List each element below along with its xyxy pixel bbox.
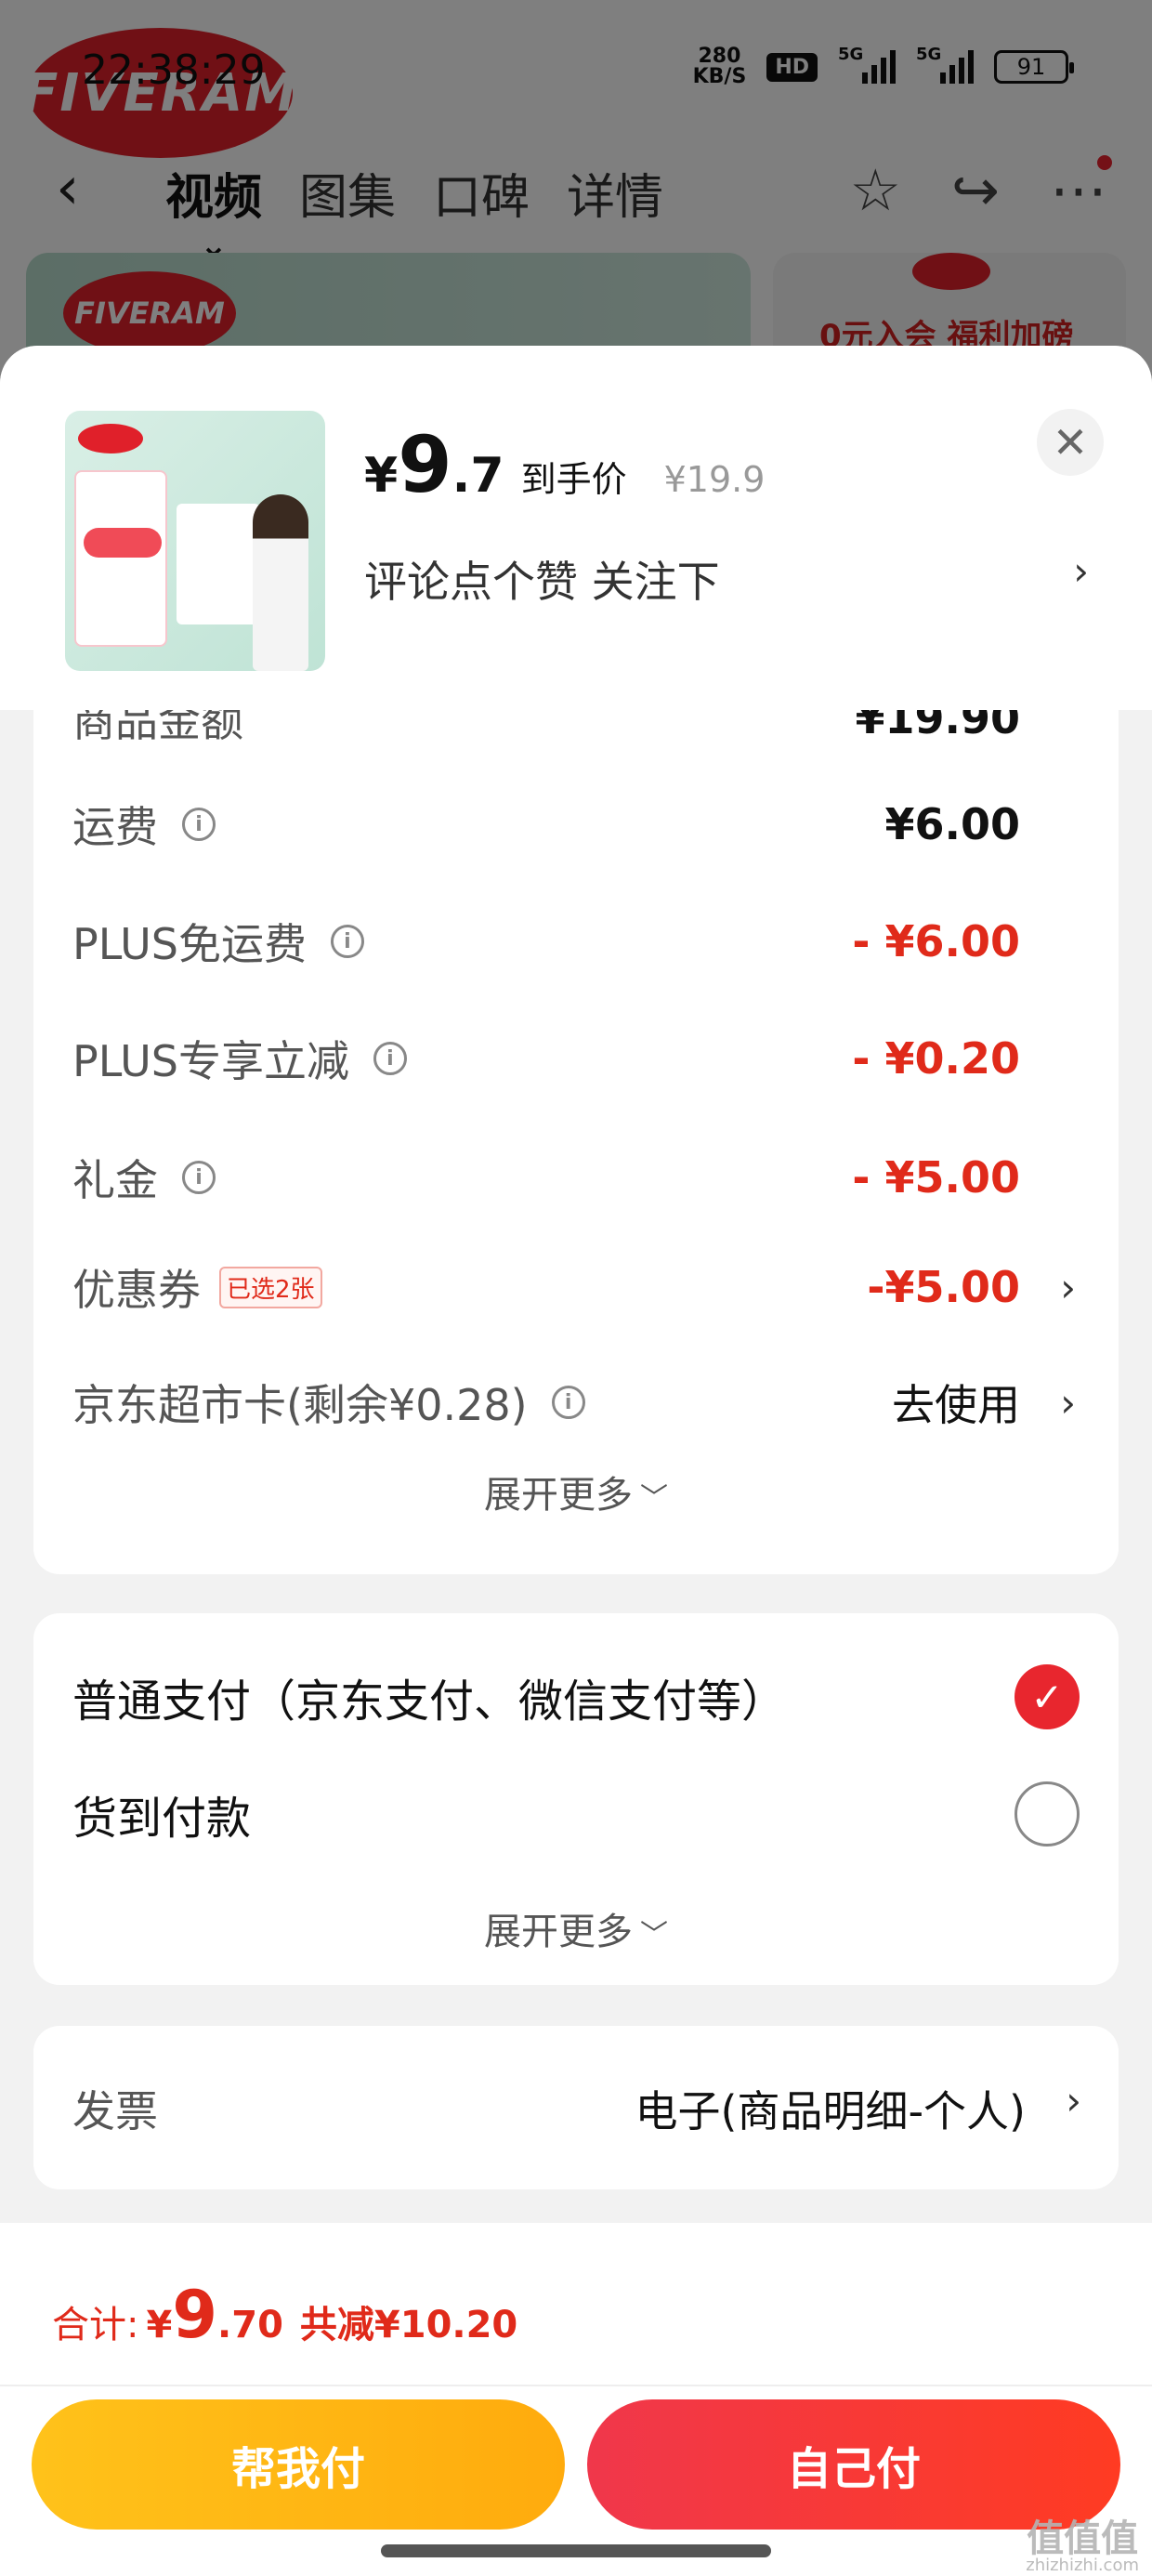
payment-option-cod[interactable]: 货到付款 [72,1777,1080,1851]
fee-row-coupon[interactable]: 优惠券 已选2张 -¥5.00 › [72,1255,1080,1320]
fee-label: PLUS免运费 i [72,911,364,972]
payment-option-label: 货到付款 [72,1793,252,1845]
help-pay-button[interactable]: 帮我付 [32,2399,565,2530]
fee-details-card: 商品金额 ¥19.90 运费 i ¥6.00 PLUS免运费 i - ¥6.00… [33,710,1119,1574]
fee-label-text: PLUS专享立减 [72,1036,349,1086]
fee-value: -¥5.00 [867,1262,1020,1312]
thumb-person [253,494,308,671]
thumb-package [74,470,167,647]
fee-value: - ¥6.00 [852,916,1020,966]
watermark-text: 值值值 [1027,2517,1139,2560]
home-indicator[interactable] [381,2544,771,2557]
fee-row-plus-free-shipping: PLUS免运费 i - ¥6.00 [72,909,1080,974]
check-icon[interactable]: ✓ [1015,1664,1080,1729]
product-image [65,411,325,671]
original-price: ¥19.9 [663,459,766,500]
fee-value: ¥6.00 [884,799,1020,849]
total-saving: 共减¥10.20 [299,2304,518,2346]
fee-row-plus-discount: PLUS专享立减 i - ¥0.20 [72,1026,1080,1091]
fee-label: 礼金 i [72,1147,216,1208]
fee-label: 商品金额 [72,710,243,746]
radio-unchecked-icon[interactable] [1015,1781,1080,1847]
fee-row-gift-money: 礼金 i - ¥5.00 [72,1145,1080,1210]
info-icon[interactable]: i [182,1161,216,1194]
chevron-right-icon: › [1066,2078,1081,2123]
info-icon[interactable]: i [182,808,216,841]
invoice-label: 发票 [72,2086,158,2136]
price-integer: 9 [398,419,452,510]
chevron-down-icon: ﹀ [640,1482,668,1515]
background-page: FIVERAM 22:38:29 280 KB/S HD 5G 5G 91 ‹ [0,0,1152,390]
fee-value: - ¥5.00 [852,1152,1020,1203]
comment-link[interactable]: 评论点个赞 关注下 › [364,548,1089,610]
fee-label-text: PLUS免运费 [72,919,307,969]
price-decimal: .7 [452,448,504,504]
fee-label-text: 运费 [72,802,158,852]
watermark: 值值值 zhizhizhi.com [1026,2520,1139,2574]
close-icon[interactable]: ✕ [1037,409,1104,476]
final-price: ¥ 9 .7 到手价 ¥19.9 [364,426,765,504]
total-integer: 9 [172,2277,218,2353]
expand-more-fees[interactable]: 展开更多 ﹀ [33,1465,1119,1518]
fee-row-shipping: 运费 i ¥6.00 [72,792,1080,857]
fee-value: ¥19.90 [855,710,1020,743]
payment-method-card: 普通支付（京东支付、微信支付等） ✓ 货到付款 展开更多 ﹀ [33,1613,1119,1985]
fee-row-partial: 商品金额 ¥19.90 [72,710,1080,751]
self-pay-button[interactable]: 自己付 [587,2399,1120,2530]
watermark-url: zhizhizhi.com [1026,2556,1139,2575]
info-icon[interactable]: i [551,1386,585,1419]
invoice-value: 电子(商品明细-个人) [635,2086,1027,2136]
fee-label: 优惠券 已选2张 [72,1256,322,1318]
chevron-right-icon: › [1060,1264,1076,1310]
chevron-down-icon: ﹀ [640,1919,668,1952]
price-tag: 到手价 [520,459,627,500]
expand-more-label: 展开更多 [484,1911,633,1953]
fee-label-text: 优惠券 [72,1265,201,1315]
payment-option-label: 普通支付（京东支付、微信支付等） [72,1676,787,1728]
dim-overlay[interactable] [0,0,1152,390]
thumb-box [177,504,260,624]
chevron-right-icon: › [1060,1379,1076,1426]
payment-option-normal[interactable]: 普通支付（京东支付、微信支付等） ✓ [72,1660,1080,1734]
fee-value: - ¥0.20 [852,1033,1020,1084]
footer-divider [0,2385,1152,2386]
info-icon[interactable]: i [330,925,364,958]
total-decimal: .70 [217,2304,283,2346]
sheet-header: ¥ 9 .7 到手价 ¥19.9 评论点个赞 关注下 › ✕ [0,346,1152,710]
fee-value: 去使用 [892,1380,1020,1430]
total-summary: 合计: ¥ 9 .70 共减¥10.20 [52,2282,517,2348]
total-label: 合计: [52,2304,139,2346]
comment-text: 评论点个赞 关注下 [364,557,720,607]
fee-label-text: 京东超市卡(剩余¥0.28) [72,1380,528,1430]
thumb-logo [78,424,143,453]
fee-row-supermarket-card[interactable]: 京东超市卡(剩余¥0.28) i 去使用 › [72,1370,1080,1435]
price-symbol: ¥ [364,448,399,504]
chevron-right-icon: › [1073,548,1089,594]
expand-more-label: 展开更多 [484,1474,633,1517]
fee-label: PLUS专享立减 i [72,1028,407,1089]
checkout-footer: 合计: ¥ 9 .70 共减¥10.20 帮我付 自己付 [0,2223,1152,2576]
fee-label-text: 礼金 [72,1155,158,1205]
fee-label: 运费 i [72,794,216,855]
invoice-card[interactable]: 发票 电子(商品明细-个人) › [33,2026,1119,2189]
expand-more-payment[interactable]: 展开更多 ﹀ [33,1901,1119,1955]
total-symbol: ¥ [146,2304,173,2346]
coupon-badge: 已选2张 [219,1266,322,1308]
fee-label: 京东超市卡(剩余¥0.28) i [72,1372,585,1433]
checkout-sheet: ¥ 9 .7 到手价 ¥19.9 评论点个赞 关注下 › ✕ 商品金额 ¥19.… [0,346,1152,2576]
info-icon[interactable]: i [373,1042,407,1075]
